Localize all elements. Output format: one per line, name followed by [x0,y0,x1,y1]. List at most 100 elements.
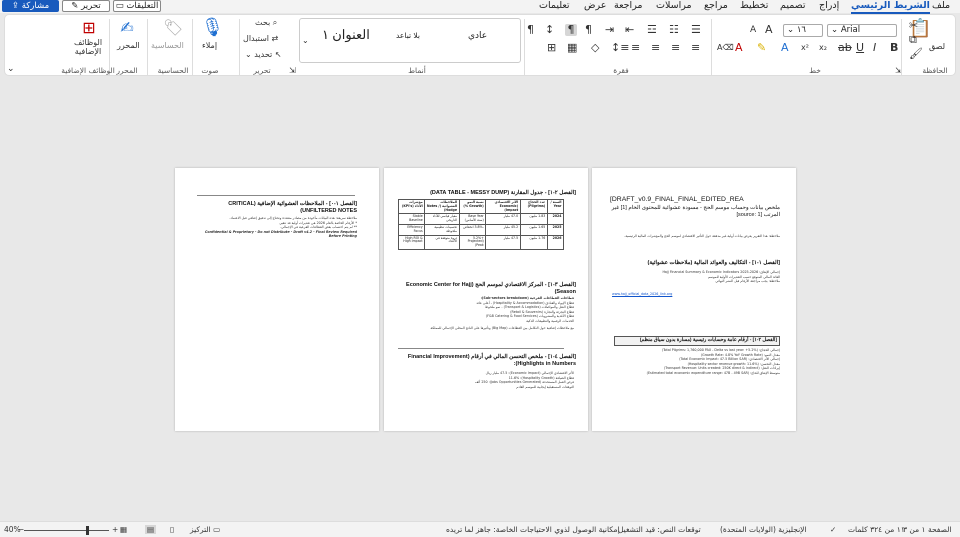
text-predictions[interactable]: توقعات النص: قيد التشغيل [618,525,701,534]
print-layout-icon[interactable]: ▤ [145,525,157,534]
zoom-slider-thumb[interactable] [86,526,89,535]
microphone-icon[interactable]: 🎙 [201,17,224,39]
tab-insert[interactable]: إدراج [819,0,839,12]
align-left-icon[interactable]: ≡ [651,42,660,54]
line-spacing-icon[interactable]: ↕≡ [611,42,629,54]
word-count[interactable]: ١١ من ٣٢٤ كلمات [848,525,905,534]
style-heading-1[interactable]: العنوان ١ [322,27,370,43]
read-mode-icon[interactable]: ▯ [170,525,174,534]
add-ins-group-label: الوظائف الإضافية [61,66,115,75]
ltr-direction-icon[interactable]: ¶ [585,24,592,36]
font-color-icon[interactable]: A [735,42,743,54]
decrease-indent-icon[interactable]: ⇤ [625,24,634,36]
dialog-launcher-icon[interactable]: ⇲ [289,65,296,77]
sensitivity-group-label: الحساسية [157,66,189,75]
style-no-spacing[interactable]: بلا تباعد [396,31,420,40]
editor-icon[interactable]: ✍ [117,17,137,39]
font-name-dropdown[interactable]: ⌄ Arial [827,24,897,37]
page-counter[interactable]: الصفحة ١ من ٣ [903,525,951,534]
styles-gallery[interactable]: عادي بلا تباعد العنوان ١ ⌄ [299,18,521,63]
find-label: بحث [255,18,271,27]
tab-help[interactable]: تعليمات [539,0,570,12]
numbering-icon[interactable]: ☷ [669,24,679,36]
proofing-icon[interactable]: ✓ [830,525,836,534]
comments-button[interactable]: ▭ التعليقات [113,0,161,12]
language-indicator[interactable]: الإنجليزية (الولايات المتحدة) [720,525,807,534]
page-2[interactable]: [الفصل ٢-١] - جدول المقارنة (DATA TABLE … [384,168,588,431]
tab-view[interactable]: عرض [584,0,606,12]
text-effects-icon[interactable]: A [781,42,789,54]
show-marks-icon[interactable]: ¶ [527,24,534,36]
replace-label: استبدال [243,34,269,43]
select-button[interactable]: ⌄ تحديد ↖ [245,50,282,59]
font-size-dropdown[interactable]: ⌄ ١٦ [783,24,823,37]
select-cursor-icon: ↖ [274,50,282,59]
tab-mailings[interactable]: مراسلات [656,0,692,12]
multilevel-list-icon[interactable]: ☲ [647,24,657,36]
comments-label: التعليقات [126,1,159,11]
zoom-in-icon[interactable]: + [112,525,118,534]
tab-layout[interactable]: تخطيط [740,0,768,12]
zoom-slider[interactable] [24,530,109,531]
find-button[interactable]: بحث ⌕ [255,18,277,28]
strikethrough-icon[interactable]: ab [838,42,852,54]
focus-mode-button[interactable]: التركيز ▭ [190,525,220,534]
paste-button[interactable]: لصق [929,42,945,51]
page1-title: [DRAFT_v0.9_FINAL_FINAL_EDITED_REA [610,196,744,203]
dictate-button[interactable]: إملاء [202,41,217,50]
align-center-icon[interactable]: ≡ [671,42,680,54]
tab-home[interactable]: الشريط الرئيسي [851,0,930,14]
editing-group-label: تحرير [253,66,271,75]
styles-more-icon[interactable]: ⌄ [302,35,309,47]
increase-indent-icon[interactable]: ⇥ [605,24,614,36]
add-ins-icon[interactable]: ⊞ [79,17,99,39]
clear-formatting-icon[interactable]: A⌫ [717,42,734,54]
table-cell: ذروة متوقعة في الأعداد [424,234,460,250]
tab-review[interactable]: مراجعة [614,0,643,12]
sensitivity-button: الحساسية [151,41,184,50]
rtl-direction-icon[interactable]: ¶ [565,24,577,36]
tab-references[interactable]: مراجع [704,0,728,12]
comment-icon: ▭ [115,1,127,11]
superscript-icon[interactable]: x² [801,42,809,54]
cut-icon[interactable]: ✂ [909,20,918,32]
justify-icon[interactable]: ≡ [631,42,640,54]
accessibility-checker[interactable]: إمكانية الوصول لذوي الاحتياجات الخاصة: ج… [446,525,620,534]
document-canvas[interactable]: [DRAFT_v0.9_FINAL_FINAL_EDITED_REA ملخص … [0,77,960,521]
shrink-font-icon[interactable]: A [750,24,756,36]
style-normal[interactable]: عادي [468,31,487,41]
tab-file[interactable]: ملف [932,0,950,12]
page-3[interactable]: [الفصل ١-٠] - الملاحظات العشوائية الإضاف… [175,168,379,431]
editor-button[interactable]: المحرر [117,41,140,50]
shading-icon[interactable]: ◇ [591,42,599,54]
data-link[interactable]: www.hajj_official_data_2026_link.org [612,292,780,297]
borders-icon[interactable]: ▦ [567,42,577,54]
voice-group-label: صوت [201,66,219,75]
add-ins-button[interactable]: الوظائف الإضافية [67,38,109,56]
tab-design[interactable]: تصميم [780,0,806,12]
grow-font-icon[interactable]: A [765,24,773,36]
sort-icon[interactable]: ↕ [545,24,554,36]
underline-icon[interactable]: U [856,42,864,54]
collapse-ribbon-icon[interactable]: ⌄ [7,63,15,75]
highlight-icon[interactable]: ✎ [757,42,766,54]
table-cell: 47.5 مليار [485,234,521,250]
page-1[interactable]: [DRAFT_v0.9_FINAL_FINAL_EDITED_REA ملخص … [592,168,796,431]
clipboard-group-label: الحافظة [922,66,948,75]
bullets-icon[interactable]: ☰ [691,24,701,36]
copy-icon[interactable]: ⧉ [909,34,917,46]
share-button[interactable]: ⇪ مشاركة [2,0,59,12]
format-painter-icon[interactable]: 🖌 [909,48,923,60]
replace-button[interactable]: استبدال ⇄ [243,34,278,43]
subscript-icon[interactable]: x₂ [819,42,827,54]
table-header-cell: الملاحظات العشوائية (Notes / Hodge) [424,198,460,215]
align-right-icon[interactable]: ≡ [691,42,700,54]
zoom-level[interactable]: 40% [4,525,21,534]
bold-icon[interactable]: B [890,42,898,54]
table-cell: 1.65 مليون [519,224,548,236]
italic-icon[interactable]: I [873,42,876,54]
asian-layout-icon[interactable]: ⊞ [547,42,556,54]
web-layout-icon[interactable]: ▦ [120,525,127,534]
editing-mode-button[interactable]: ✎ تحرير [62,0,110,12]
ribbon-tab-bar: ملف الشريط الرئيسي إدراج تصميم تخطيط مرا… [0,0,960,14]
